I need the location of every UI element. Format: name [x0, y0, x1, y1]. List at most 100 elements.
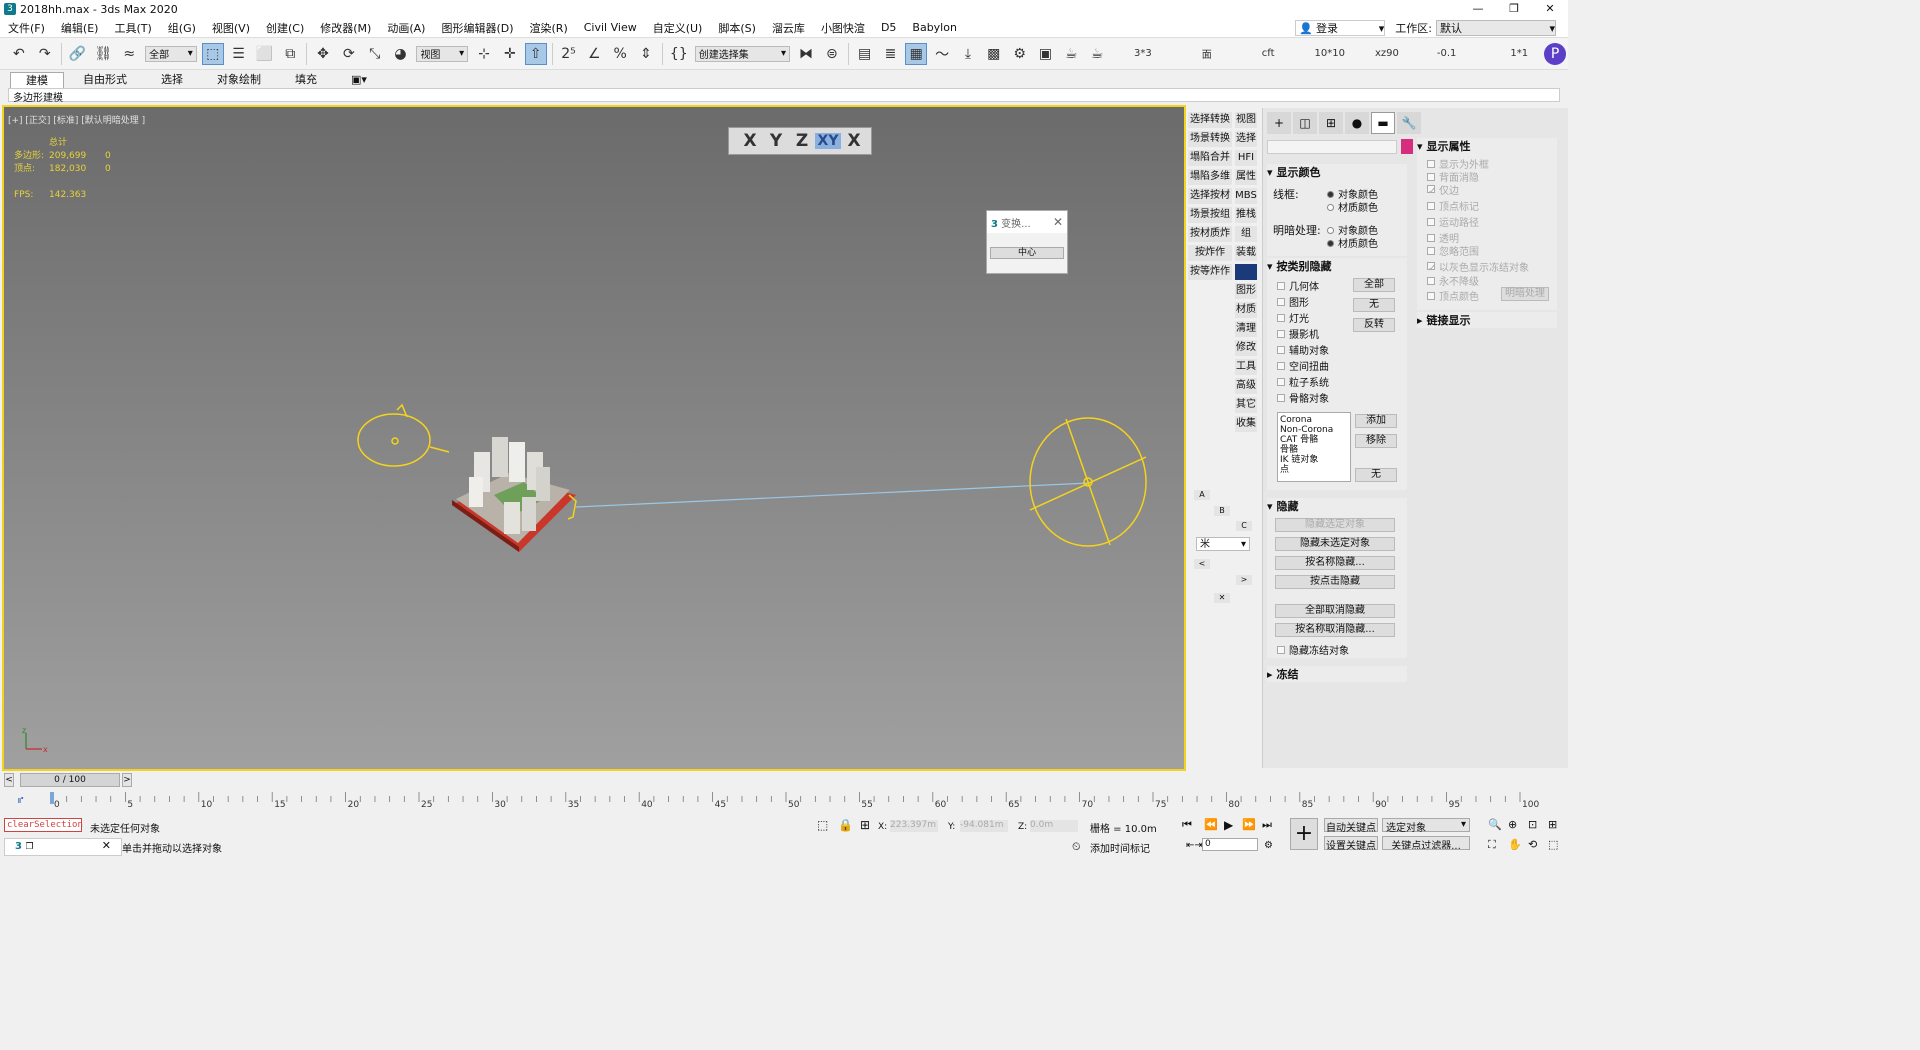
modify-tab-icon[interactable]: ◫ [1293, 112, 1317, 134]
list-item[interactable]: Corona [1280, 415, 1348, 425]
render-production-icon[interactable]: ☕ [1060, 43, 1082, 65]
time-prev-icon[interactable]: < [4, 773, 14, 787]
fov-icon[interactable]: ⛶ [1488, 838, 1496, 852]
pan-icon[interactable]: ✋ [1508, 838, 1522, 851]
hide-shapes-check[interactable]: 图形 [1277, 294, 1309, 309]
menu-rendering[interactable]: 渲染(R) [522, 20, 576, 36]
angle-snap-icon[interactable]: ∠ [583, 43, 605, 65]
key-filters-button[interactable]: 关键点过滤器... [1382, 836, 1470, 850]
hide-unselected-button[interactable]: 隐藏未选定对象 [1275, 537, 1395, 551]
remove-category-button[interactable]: 移除 [1355, 434, 1397, 448]
material-editor-icon[interactable]: ▩ [983, 43, 1005, 65]
x-coord-field[interactable]: 223.397m [890, 820, 938, 832]
named-selection-select[interactable]: 创建选择集 ▾ [694, 45, 791, 62]
list-item[interactable]: 点 [1280, 465, 1348, 475]
menu-customize[interactable]: 自定义(U) [645, 20, 711, 36]
menu-babylon[interactable]: Babylon [904, 21, 965, 34]
keyboard-shortcut-override-icon[interactable]: ⇧ [524, 42, 547, 65]
list-item[interactable]: 骨骼 [1280, 445, 1348, 455]
mirror-icon[interactable]: ⧓ [795, 43, 817, 65]
script-btn-2[interactable]: 面 [1202, 46, 1212, 61]
strip-c[interactable]: C [1236, 521, 1252, 531]
workspace-select[interactable]: 默认 ▾ [1436, 20, 1556, 36]
strip-other[interactable]: 其它 [1235, 397, 1257, 413]
pivot-icon[interactable]: ⊹ [473, 43, 495, 65]
time-next-icon[interactable]: > [122, 773, 132, 787]
percent-snap-icon[interactable]: % [609, 43, 631, 65]
goto-end-icon[interactable]: ⏭ [1262, 818, 1272, 832]
placement-icon[interactable]: ◕ [390, 43, 412, 65]
strip-select[interactable]: 选择 [1235, 131, 1257, 147]
menu-file[interactable]: 文件(F) [0, 20, 53, 36]
edges-only-check[interactable]: ✓ 仅边 [1427, 182, 1459, 197]
tab-modeling[interactable]: 建模 [10, 72, 64, 88]
menu-create[interactable]: 创建(C) [258, 20, 312, 36]
menu-civil-view[interactable]: Civil View [576, 21, 645, 34]
orbit-icon[interactable]: ⟲ [1528, 838, 1537, 851]
strip-tools[interactable]: 工具 [1235, 359, 1257, 375]
key-filter-icon[interactable]: ⑈ [18, 796, 24, 806]
menu-modifiers[interactable]: 修改器(M) [312, 20, 379, 36]
key-target-select[interactable]: 选定对象 ▾ [1382, 818, 1470, 834]
scale-icon[interactable]: ⤡ [364, 43, 386, 65]
strip-shapes[interactable]: 图形 [1235, 283, 1257, 299]
current-frame-field[interactable]: 0 [1202, 838, 1258, 851]
trajectory-check[interactable]: 运动路径 [1427, 214, 1479, 229]
menu-group[interactable]: 组(G) [160, 20, 204, 36]
script-btn-6[interactable]: -0.1 [1437, 48, 1457, 59]
lock-icon[interactable]: 🔒 [838, 818, 853, 832]
isolate-icon[interactable]: ⬚ [817, 818, 828, 832]
ref-coord-select[interactable]: 视图 ▾ [416, 45, 469, 62]
zoom-extents-icon[interactable]: ⊡ [1528, 818, 1537, 831]
strip-material[interactable]: 材质 [1235, 302, 1257, 318]
menu-liuyunku[interactable]: 溜云库 [764, 20, 813, 36]
current-frame-marker[interactable] [50, 792, 54, 804]
unhide-by-name-button[interactable]: 按名称取消隐藏... [1275, 623, 1395, 637]
strip-prev[interactable]: < [1194, 559, 1210, 569]
spinner-snap-icon[interactable]: ⇕ [635, 43, 657, 65]
scene-explorer-icon[interactable]: ▦ [905, 42, 928, 65]
none-category-button[interactable]: 无 [1355, 468, 1397, 482]
edit-named-sel-icon[interactable]: {} [668, 43, 690, 65]
menu-graph-editors[interactable]: 图形编辑器(D) [433, 20, 521, 36]
building-model[interactable] [452, 437, 577, 552]
select-by-name-icon[interactable]: ☰ [228, 43, 250, 65]
snaps-toggle-icon[interactable]: 2⁵ [558, 43, 580, 65]
polygon-modeling-label[interactable]: 多边形建模 [9, 93, 63, 104]
menu-tools[interactable]: 工具(T) [106, 20, 159, 36]
hide-invert-button[interactable]: 反转 [1353, 318, 1395, 332]
render-setup-icon[interactable]: ⚙ [1009, 43, 1031, 65]
toggle-ribbon-icon[interactable]: ≣ [880, 43, 902, 65]
strip-group[interactable]: 组 [1235, 226, 1257, 242]
strip-btn-4[interactable]: 塌陷多维 [1188, 169, 1232, 185]
goto-start-icon[interactable]: ⏮ [1182, 818, 1192, 832]
set-key-button[interactable]: 设置关键点 [1324, 836, 1378, 852]
ribbon-options-icon[interactable]: ▣▾ [336, 72, 382, 88]
close-button[interactable]: ✕ [1532, 0, 1568, 18]
link-display-rollout[interactable]: ▸ 链接显示 [1417, 312, 1557, 328]
restore-button[interactable]: ❐ [1496, 0, 1532, 18]
hide-particles-check[interactable]: 粒子系统 [1277, 374, 1329, 389]
maximize-viewport-icon[interactable]: ⬚ [1548, 838, 1558, 851]
strip-btn-8[interactable]: 按炸作 [1188, 245, 1232, 261]
play-icon[interactable]: ▶ [1224, 818, 1233, 832]
rect-selection-icon[interactable]: ⬜ [253, 43, 275, 65]
curve-editor-icon[interactable]: 〜 [931, 43, 953, 65]
hide-lights-check[interactable]: 灯光 [1277, 310, 1309, 325]
rendered-frame-icon[interactable]: ▣ [1035, 43, 1057, 65]
zoom-all-icon[interactable]: ⊕ [1508, 818, 1517, 831]
utilities-tab-icon[interactable]: 🔧 [1397, 112, 1421, 134]
create-tab-icon[interactable]: + [1267, 112, 1291, 134]
list-item[interactable]: IK 链对象 [1280, 455, 1348, 465]
absolute-mode-icon[interactable]: ⊞ [860, 818, 870, 832]
plugin-icon[interactable]: P [1544, 42, 1566, 65]
unhide-all-button[interactable]: 全部取消隐藏 [1275, 604, 1395, 618]
ignore-extents-check[interactable]: 忽略范围 [1427, 243, 1479, 258]
vertex-ticks-check[interactable]: 顶点标记 [1427, 198, 1479, 213]
menu-view[interactable]: 视图(V) [204, 20, 258, 36]
prev-frame-icon[interactable]: ⏪ [1204, 818, 1218, 831]
tab-freeform[interactable]: 自由形式 [68, 72, 142, 88]
time-config-icon[interactable]: ⚙ [1264, 840, 1273, 851]
undo-icon[interactable]: ↶ [8, 43, 30, 65]
script-btn-3[interactable]: cft [1262, 48, 1275, 59]
